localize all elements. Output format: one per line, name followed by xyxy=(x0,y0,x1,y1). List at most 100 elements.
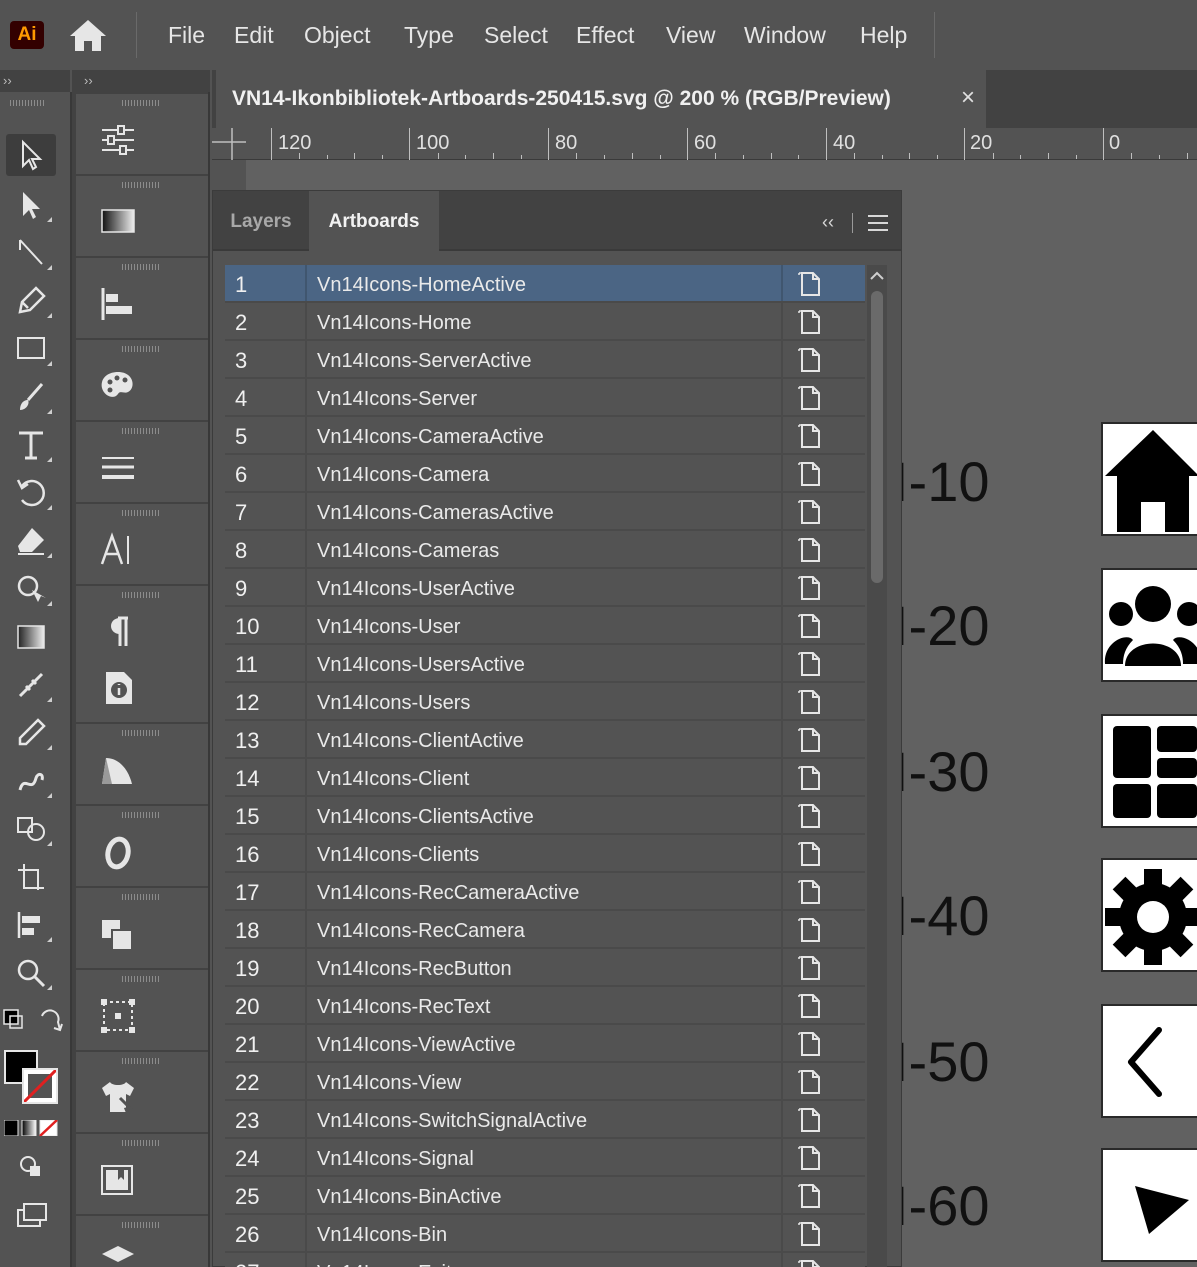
panel-grip[interactable] xyxy=(122,510,160,516)
screen-mode-tool[interactable] xyxy=(6,1194,56,1236)
artboard-thumb-back[interactable] xyxy=(1101,1004,1197,1118)
artboard-name[interactable]: Vn14Icons-Exit xyxy=(317,1253,777,1267)
artboard-row[interactable]: 9 Vn14Icons-UserActive xyxy=(225,569,865,607)
artboard-options-icon[interactable] xyxy=(797,385,823,411)
close-document-button[interactable]: × xyxy=(956,84,980,112)
pen-tool[interactable] xyxy=(6,280,56,322)
line-tool[interactable] xyxy=(6,232,56,274)
scroll-thumb[interactable] xyxy=(871,291,883,583)
fill-stroke-swap[interactable] xyxy=(0,1000,66,1042)
artboard-name[interactable]: Vn14Icons-ServerActive xyxy=(317,341,777,377)
artboard-name[interactable]: Vn14Icons-CamerasActive xyxy=(317,493,777,529)
artboard-row[interactable]: 25 Vn14Icons-BinActive xyxy=(225,1177,865,1215)
symbol-sprayer-tool[interactable] xyxy=(6,760,56,802)
artboard-tool[interactable] xyxy=(6,856,56,898)
panel-grip[interactable] xyxy=(122,1140,160,1146)
artboard-name[interactable]: Vn14Icons-ClientActive xyxy=(317,721,777,757)
tab-layers[interactable]: Layers xyxy=(213,191,309,251)
selection-tool[interactable] xyxy=(6,134,56,176)
libraries-panel-group[interactable] xyxy=(76,1134,208,1214)
stroke-color-swatch[interactable] xyxy=(22,1068,58,1104)
horizontal-ruler[interactable]: 120 100 80 60 40 20 0 xyxy=(212,128,1197,160)
shape-builder-tool[interactable] xyxy=(6,808,56,850)
panel-grip[interactable] xyxy=(122,182,160,188)
artboard-name[interactable]: Vn14Icons-CameraActive xyxy=(317,417,777,453)
artboard-options-icon[interactable] xyxy=(797,499,823,525)
artboard-name[interactable]: Vn14Icons-ClientsActive xyxy=(317,797,777,833)
artboard-thumb-play[interactable] xyxy=(1101,1148,1197,1262)
artboard-name[interactable]: Vn14Icons-RecText xyxy=(317,987,777,1023)
artboard-row[interactable]: 22 Vn14Icons-View xyxy=(225,1063,865,1101)
artboard-options-icon[interactable] xyxy=(797,651,823,677)
list-scrollbar[interactable] xyxy=(867,265,887,1267)
artboard-row[interactable]: 11 Vn14Icons-UsersActive xyxy=(225,645,865,683)
panel-grip[interactable] xyxy=(122,1058,160,1064)
artboard-options-icon[interactable] xyxy=(797,1031,823,1057)
artboard-options-icon[interactable] xyxy=(797,1069,823,1095)
gradient-panel-group[interactable] xyxy=(76,176,208,256)
toolbar-grip[interactable] xyxy=(10,100,46,106)
character-panel-group[interactable] xyxy=(76,504,208,584)
artboard-options-icon[interactable] xyxy=(797,841,823,867)
panel-grip[interactable] xyxy=(122,976,160,982)
collapse-panel-button[interactable]: ‹‹ xyxy=(816,211,840,233)
artboard-row[interactable]: 1 Vn14Icons-HomeActive xyxy=(225,265,865,303)
rotate-tool[interactable] xyxy=(6,472,56,514)
properties-panel-group[interactable] xyxy=(76,94,208,174)
panel-grip[interactable] xyxy=(122,346,160,352)
panel-grip[interactable] xyxy=(122,730,160,736)
artboard-name[interactable]: Vn14Icons-UsersActive xyxy=(317,645,777,681)
artboard-thumb-users[interactable] xyxy=(1101,568,1197,682)
menu-edit[interactable]: Edit xyxy=(234,20,274,50)
artboard-options-icon[interactable] xyxy=(797,879,823,905)
eyedropper-tool[interactable] xyxy=(6,712,56,754)
artboard-row[interactable]: 6 Vn14Icons-Camera xyxy=(225,455,865,493)
artboard-row[interactable]: 24 Vn14Icons-Signal xyxy=(225,1139,865,1177)
artboard-row[interactable]: 14 Vn14Icons-Client xyxy=(225,759,865,797)
zoom-tool[interactable] xyxy=(6,952,56,994)
artboard-row[interactable]: 19 Vn14Icons-RecButton xyxy=(225,949,865,987)
menu-select[interactable]: Select xyxy=(484,20,548,50)
artboard-options-icon[interactable] xyxy=(797,613,823,639)
artboard-row[interactable]: 17 Vn14Icons-RecCameraActive xyxy=(225,873,865,911)
artboard-row[interactable]: 20 Vn14Icons-RecText xyxy=(225,987,865,1025)
artboard-name[interactable]: Vn14Icons-Client xyxy=(317,759,777,795)
artboard-options-icon[interactable] xyxy=(797,765,823,791)
artboard-options-icon[interactable] xyxy=(797,955,823,981)
panel-grip[interactable] xyxy=(122,264,160,270)
gradient-tool[interactable] xyxy=(6,616,56,658)
artboard-row[interactable]: 23 Vn14Icons-SwitchSignalActive xyxy=(225,1101,865,1139)
artboard-name[interactable]: Vn14Icons-Home xyxy=(317,303,777,339)
artboard-options-icon[interactable] xyxy=(797,1183,823,1209)
panel-grip[interactable] xyxy=(122,100,160,106)
artboard-options-icon[interactable] xyxy=(797,803,823,829)
color-panel-group[interactable] xyxy=(76,340,208,420)
toolbar-expand[interactable]: ›› xyxy=(0,70,70,92)
column-graph-tool[interactable] xyxy=(6,904,56,946)
artboard-name[interactable]: Vn14Icons-RecCamera xyxy=(317,911,777,947)
artboard-options-icon[interactable] xyxy=(797,1145,823,1171)
artboard-row[interactable]: 21 Vn14Icons-ViewActive xyxy=(225,1025,865,1063)
puppet-warp-tool[interactable] xyxy=(6,568,56,610)
pathfinder-panel-group[interactable] xyxy=(76,888,208,968)
artboard-options-icon[interactable] xyxy=(797,1221,823,1247)
panel-grip[interactable] xyxy=(122,592,160,598)
transparency-panel-group[interactable] xyxy=(76,724,208,804)
artboard-name[interactable]: Vn14Icons-RecCameraActive xyxy=(317,873,777,909)
asset-export-panel-group[interactable] xyxy=(76,1052,208,1132)
transform-panel-group[interactable] xyxy=(76,970,208,1050)
artboard-name[interactable]: Vn14Icons-UserActive xyxy=(317,569,777,605)
menu-view[interactable]: View xyxy=(666,20,715,50)
menu-file[interactable]: File xyxy=(168,20,205,50)
artboard-options-icon[interactable] xyxy=(797,271,823,297)
color-mode-buttons[interactable] xyxy=(3,1119,58,1137)
artboard-options-icon[interactable] xyxy=(797,461,823,487)
vertical-ruler[interactable] xyxy=(212,160,246,190)
direct-selection-tool[interactable] xyxy=(6,184,56,226)
menu-type[interactable]: Type xyxy=(404,20,454,50)
home-button[interactable] xyxy=(68,17,108,53)
artboard-options-icon[interactable] xyxy=(797,537,823,563)
artboard-name[interactable]: Vn14Icons-Users xyxy=(317,683,777,719)
artboard-name[interactable]: Vn14Icons-Cameras xyxy=(317,531,777,567)
artboard-options-icon[interactable] xyxy=(797,575,823,601)
